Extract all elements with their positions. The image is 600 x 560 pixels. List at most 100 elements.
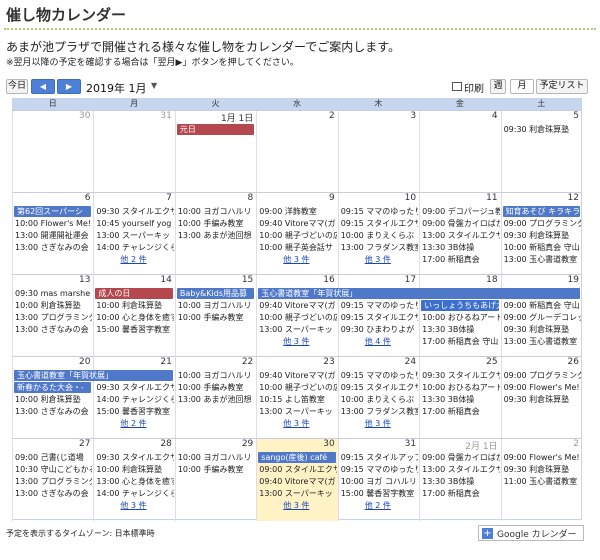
- calendar-event[interactable]: 09:00 己書(じ道場: [15, 452, 92, 463]
- calendar-event[interactable]: 09:30 利倉珠算塾: [504, 324, 581, 335]
- calendar-event[interactable]: 13:00 心と身体を癒す: [96, 476, 173, 487]
- calendar-event[interactable]: 09:15 スタイルエクサ+: [341, 218, 418, 229]
- calendar-event[interactable]: 10:30 守山こどもかる: [15, 464, 92, 475]
- day-cell[interactable]: 2月 1日 09:00 骨盤カイロばか 13:00 スタイルエクサ 13:30 3B体…: [419, 439, 500, 521]
- calendar-event[interactable]: 13:30 3B体操: [422, 324, 499, 335]
- print-link[interactable]: 印刷: [464, 80, 484, 95]
- calendar-event[interactable]: 09:15 ママのゆったり: [341, 300, 418, 311]
- day-cell[interactable]: 28 09:30 スタイルエクサ 10:00 利倉珠算塾 13:00 心と身体を癒す 1…: [93, 439, 174, 521]
- day-number[interactable]: 2: [329, 111, 335, 121]
- day-number[interactable]: 20: [79, 357, 90, 367]
- calendar-event[interactable]: 13:00 さぎなみの会: [15, 324, 92, 335]
- day-cell[interactable]: 26 09:00 プログラミング 09:00 Flower's Me! 09:30 利…: [500, 357, 582, 439]
- printer-icon[interactable]: [452, 82, 462, 91]
- more-events-link[interactable]: 他 3 件: [365, 254, 391, 265]
- calendar-event[interactable]: 09:15 ママのゆったり: [341, 464, 418, 475]
- calendar-event[interactable]: 09:30 利倉珠算塾: [504, 230, 581, 241]
- calendar-event[interactable]: 13:00 スタイルエクサ: [422, 464, 499, 475]
- more-events-link[interactable]: 他 3 件: [120, 500, 146, 511]
- calendar-event[interactable]: 13:00 プログラミング: [15, 312, 92, 323]
- prev-month-button[interactable]: ◀: [31, 79, 55, 94]
- day-number[interactable]: 3: [410, 111, 416, 121]
- calendar-event[interactable]: 09:30 スタイルエクサ: [96, 452, 173, 463]
- all-day-event[interactable]: 第62回スーパーシ: [14, 206, 92, 217]
- day-cell[interactable]: 3: [337, 111, 419, 193]
- calendar-event[interactable]: 13:00 フラダンス教室: [341, 242, 418, 253]
- calendar-event[interactable]: 09:15 スタイルエクサ+: [341, 382, 418, 393]
- calendar-event[interactable]: 13:00 スーパーキッ: [259, 406, 336, 417]
- calendar-event[interactable]: 17:00 新稲真会: [422, 406, 499, 417]
- calendar-event[interactable]: 11:00 玉心書道教室: [504, 476, 581, 487]
- calendar-event[interactable]: 10:00 まりえくらぶ: [341, 394, 418, 405]
- day-number[interactable]: 19: [568, 275, 579, 285]
- day-number[interactable]: 27: [79, 439, 90, 449]
- calendar-event[interactable]: 13:30 3B体操: [422, 394, 499, 405]
- day-cell[interactable]: 31 09:15 スタイルアップ+09:15 ママのゆったり10:00 ヨガ コハ…: [337, 439, 419, 521]
- calendar-event[interactable]: 09:15 スタイルアップ+: [341, 452, 418, 463]
- calendar-event[interactable]: 10:00 利倉珠算塾: [96, 300, 173, 311]
- day-number[interactable]: 29: [242, 439, 253, 449]
- calendar-event[interactable]: 17:00 新稲真会: [422, 488, 499, 499]
- day-number[interactable]: 25: [486, 357, 497, 367]
- day-cell[interactable]: 30: [12, 111, 93, 193]
- calendar-event[interactable]: 09:30 利倉珠算塾: [504, 124, 581, 135]
- day-number[interactable]: 9: [329, 193, 335, 203]
- all-day-event[interactable]: いっしょうちもあげ大: [421, 300, 499, 311]
- more-events-link[interactable]: 他 3 件: [283, 500, 309, 511]
- more-events-link[interactable]: 他 3 件: [283, 418, 309, 429]
- day-number[interactable]: 21: [160, 357, 171, 367]
- calendar-event[interactable]: 17:00 新稲真会 守山: [422, 336, 499, 347]
- day-number[interactable]: 16: [323, 275, 334, 285]
- view-month-button[interactable]: 月: [510, 79, 534, 94]
- more-events-link[interactable]: 他 3 件: [365, 418, 391, 429]
- calendar-event[interactable]: 09:00 Flower's Me!: [504, 382, 581, 393]
- calendar-event[interactable]: 09:00 骨盤カイロばか: [422, 218, 499, 229]
- day-number[interactable]: 30: [323, 439, 334, 449]
- day-number[interactable]: 2月 1日: [465, 439, 497, 452]
- calendar-event[interactable]: 10:00 利倉珠算塾: [96, 464, 173, 475]
- calendar-event[interactable]: 09:40 Vitoreママ(ガ: [259, 476, 336, 487]
- calendar-event[interactable]: 13:00 スーパーキッ: [259, 488, 336, 499]
- calendar-event[interactable]: 09:15 ママのゆったり: [341, 370, 418, 381]
- calendar-event[interactable]: 09:00 Flower's Me!: [504, 452, 581, 463]
- calendar-event[interactable]: 14:00 チャレンジくらぶ: [96, 242, 173, 253]
- day-number[interactable]: 31: [160, 111, 171, 121]
- calendar-event[interactable]: 13:00 さぎなみの会: [15, 488, 92, 499]
- day-cell[interactable]: 13 09:30 mas marshe 10:00 利倉珠算塾 13:00 プログラミ…: [12, 275, 93, 357]
- more-events-link[interactable]: 他 2 件: [120, 254, 146, 265]
- day-cell[interactable]: 4: [419, 111, 500, 193]
- view-week-button[interactable]: 週: [490, 79, 506, 94]
- calendar-event[interactable]: 10:00 利倉珠算塾: [15, 300, 92, 311]
- day-number[interactable]: 26: [568, 357, 579, 367]
- day-cell[interactable]: 25 09:30 スタイルエクサ 10:00 おひるねアート 13:30 3B体操 17…: [419, 357, 500, 439]
- day-number[interactable]: 24: [405, 357, 416, 367]
- calendar-event[interactable]: 09:00 スタイルエクサ+: [259, 464, 336, 475]
- day-number[interactable]: 12: [568, 193, 579, 203]
- calendar-event[interactable]: 13:00 玉心書道教室: [504, 336, 581, 347]
- calendar-event[interactable]: 10:00 おひるねアート: [422, 312, 499, 323]
- day-number[interactable]: 1月 1日: [221, 111, 253, 124]
- calendar-event[interactable]: 10:00 親子英会話サ: [259, 242, 336, 253]
- calendar-event[interactable]: 13:00 スーパーキッ: [259, 324, 336, 335]
- more-events-link[interactable]: 他 2 件: [120, 418, 146, 429]
- day-number[interactable]: 2: [573, 439, 579, 449]
- all-day-event[interactable]: 玉心書道教室「年賀状展」: [258, 288, 580, 299]
- day-number[interactable]: 4: [492, 111, 498, 121]
- calendar-event[interactable]: 10:00 親子づどいの広: [259, 382, 336, 393]
- calendar-event[interactable]: 09:30 スタイルエクサ: [96, 382, 173, 393]
- calendar-event[interactable]: 10:00 まりえくらぶ: [341, 230, 418, 241]
- all-day-event[interactable]: 知育あそび キラキラ: [502, 206, 580, 217]
- day-cell[interactable]: 27 09:00 己書(じ道場 10:30 守山こどもかる 13:00 プログラミング…: [12, 439, 93, 521]
- day-number[interactable]: 17: [405, 275, 416, 285]
- more-events-link[interactable]: 他 3 件: [283, 336, 309, 347]
- calendar-event[interactable]: 10:00 新稲真会 守山: [504, 242, 581, 253]
- calendar-event[interactable]: 10:15 よし笛教室: [259, 394, 336, 405]
- day-number[interactable]: 6: [85, 193, 91, 203]
- calendar-event[interactable]: 09:30 利倉珠算塾: [504, 394, 581, 405]
- calendar-event[interactable]: 10:45 yourself yog: [96, 218, 173, 229]
- more-events-link[interactable]: 他 3 件: [283, 254, 309, 265]
- calendar-event[interactable]: 10:00 親子づどいの広: [259, 312, 336, 323]
- day-number[interactable]: 23: [323, 357, 334, 367]
- calendar-event[interactable]: 09:30 スタイルエクサ: [422, 370, 499, 381]
- calendar-event[interactable]: 10:00 手編み教室: [178, 312, 255, 323]
